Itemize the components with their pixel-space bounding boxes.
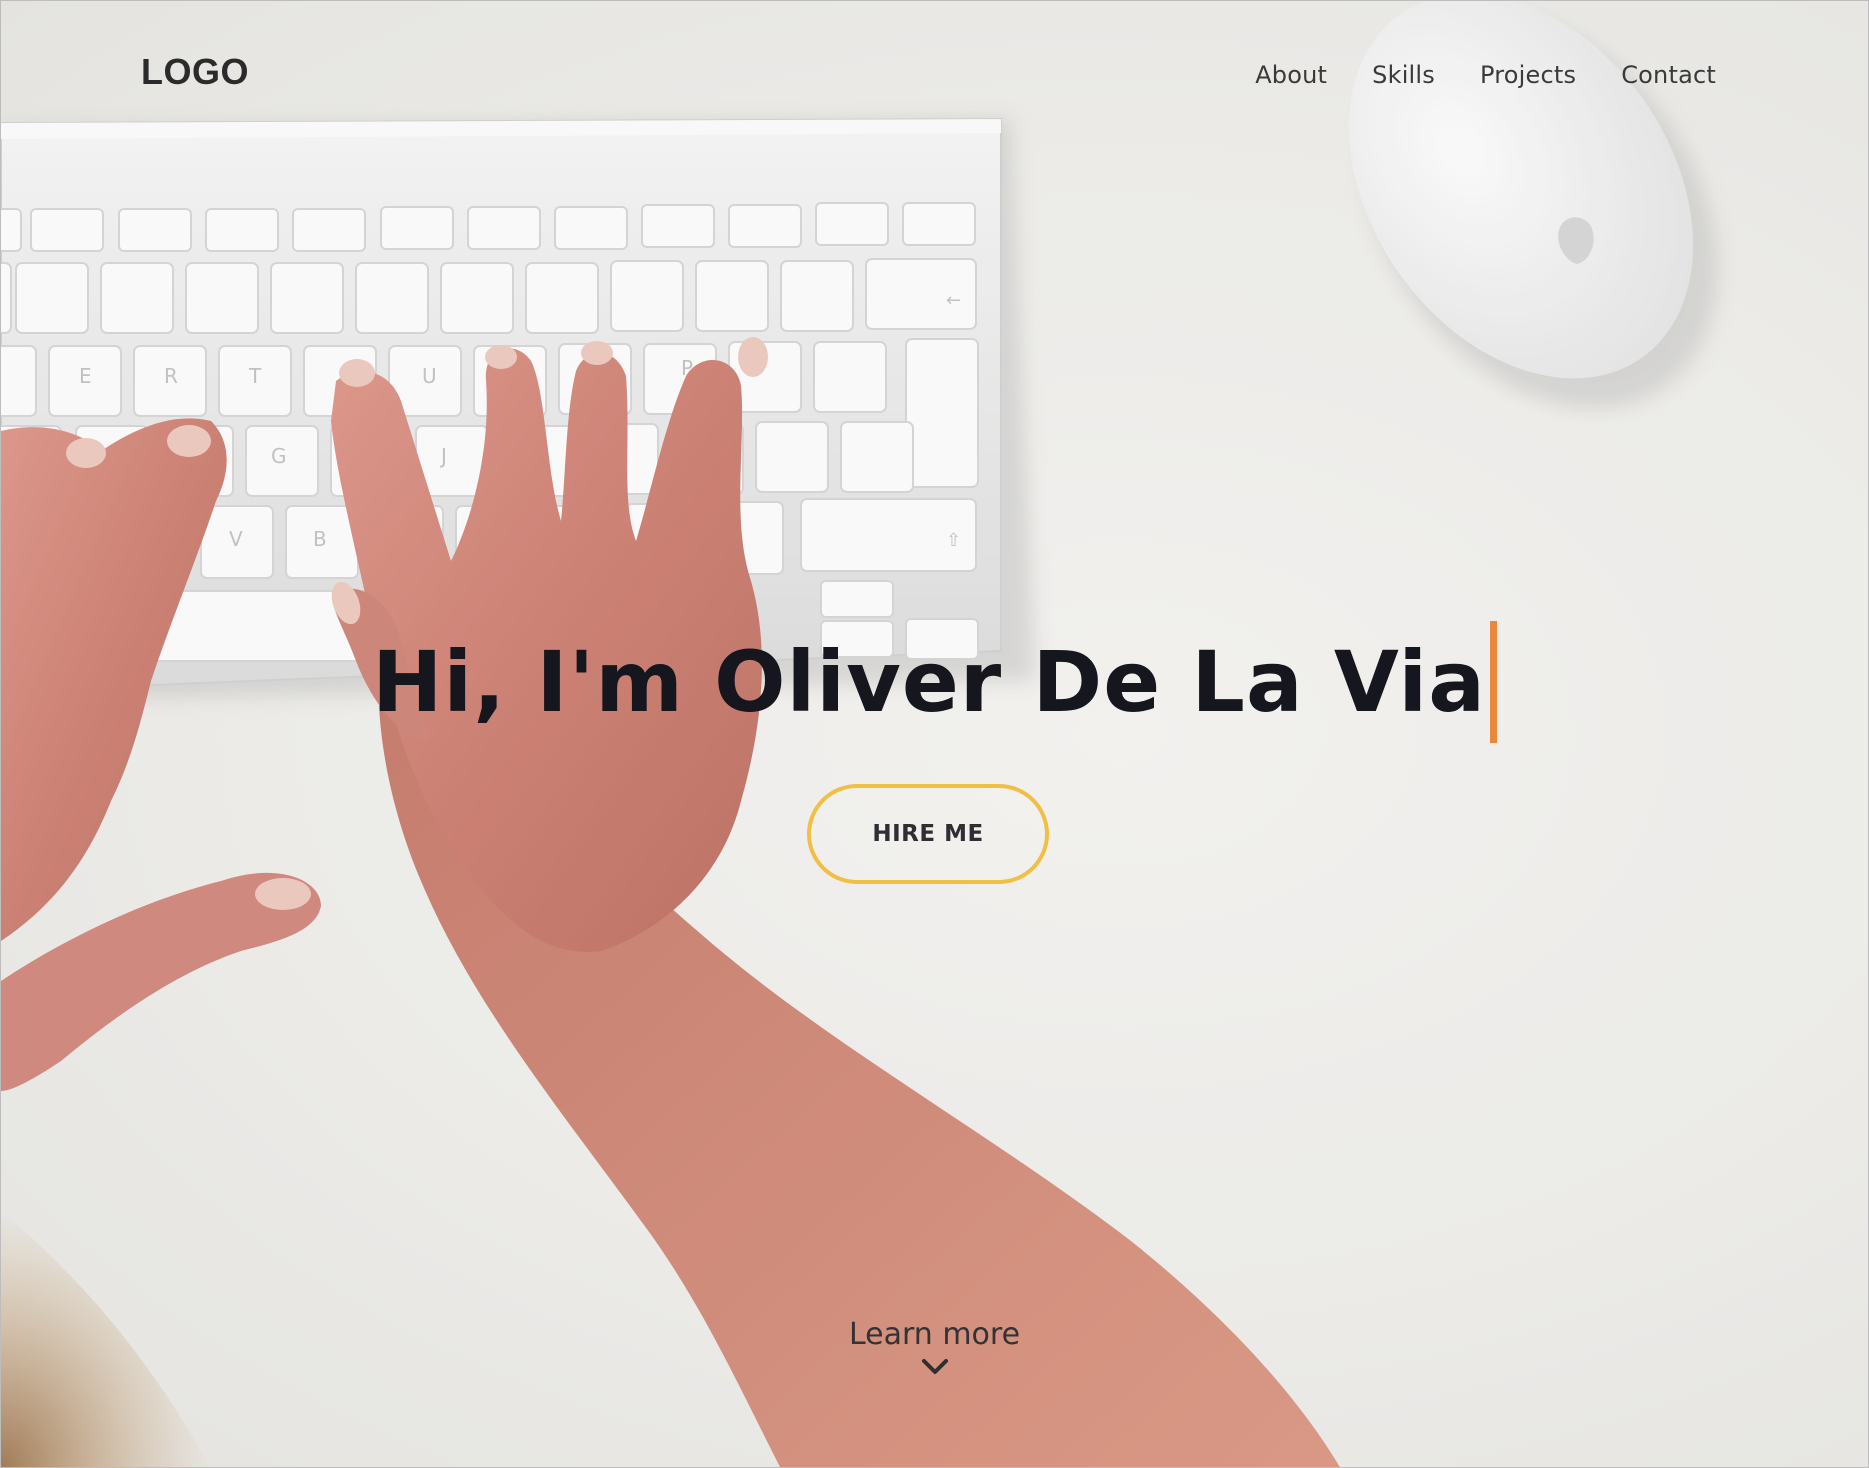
page: E R T U P G J X V B M cmd ← ⇧ bbox=[0, 0, 1869, 1468]
logo[interactable]: LOGO bbox=[141, 51, 249, 93]
nav-link-projects[interactable]: Projects bbox=[1480, 61, 1576, 89]
hero-headline-text: Hi, I'm Oliver De La Via bbox=[372, 632, 1486, 731]
hire-me-button[interactable]: HIRE ME bbox=[807, 784, 1049, 884]
typing-cursor bbox=[1489, 621, 1497, 743]
learn-more-label: Learn more bbox=[848, 1317, 1021, 1352]
learn-more: Learn more bbox=[1, 1317, 1868, 1378]
site-header: LOGO About Skills Projects Contact bbox=[1, 1, 1868, 151]
hero: Hi, I'm Oliver De La Via bbox=[1, 621, 1868, 743]
nav-link-about[interactable]: About bbox=[1255, 61, 1327, 89]
nav-link-skills[interactable]: Skills bbox=[1372, 61, 1435, 89]
chevron-down-icon bbox=[921, 1359, 948, 1374]
nav-link-contact[interactable]: Contact bbox=[1621, 61, 1716, 89]
main-nav: About Skills Projects Contact bbox=[1255, 61, 1716, 89]
hero-headline: Hi, I'm Oliver De La Via bbox=[372, 621, 1497, 743]
learn-more-link[interactable]: Learn more bbox=[849, 1317, 1020, 1378]
